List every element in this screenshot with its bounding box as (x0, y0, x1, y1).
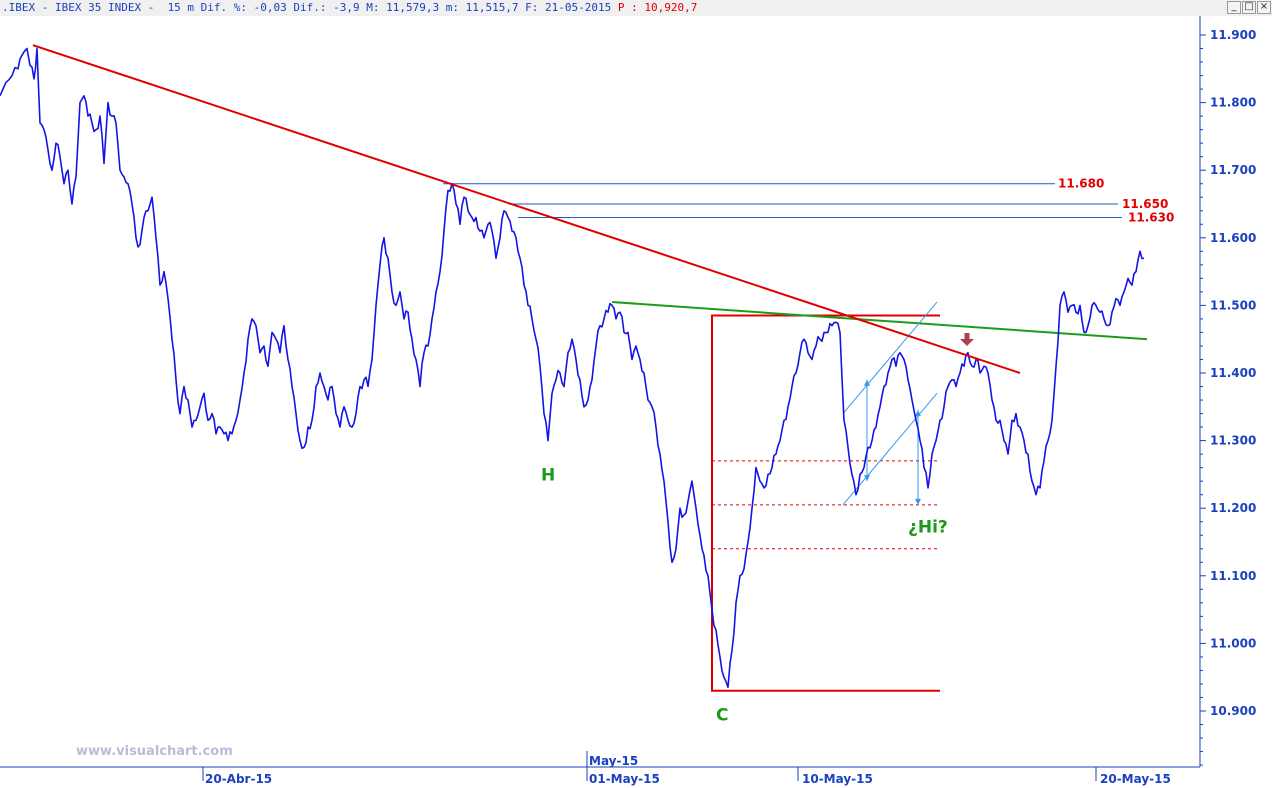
resistance-level-label: 11.630 (1128, 211, 1174, 225)
y-tick-label: 11.500 (1210, 298, 1256, 312)
window-title: .IBEX - IBEX 35 INDEX - 15 m Dif. %: -0,… (2, 1, 697, 14)
down-arrow-marker-shaft (964, 332, 970, 340)
resistance-level-label: 11.680 (1058, 177, 1104, 191)
y-tick-label: 11.000 (1210, 636, 1256, 650)
resistance-level-label: 11.650 (1122, 197, 1168, 211)
x-tick-label: 10-May-15 (802, 772, 873, 786)
y-tick-label: 11.600 (1210, 231, 1256, 245)
x-tick-label: 01-May-15 (589, 772, 660, 786)
wave-label: H (541, 465, 555, 485)
y-tick-label: 11.400 (1210, 366, 1256, 380)
wave-label: C (716, 706, 728, 726)
watermark-text: www.visualchart.com (76, 744, 233, 759)
y-tick-label: 10.900 (1210, 704, 1256, 718)
y-tick-label: 11.700 (1210, 163, 1256, 177)
y-tick-label: 11.100 (1210, 569, 1256, 583)
price-chart[interactable]: 11.680 11.65011.630 H C ¿Hi? 11.900 11.800 11.… (0, 16, 1272, 788)
chart-background (0, 16, 1272, 788)
title-main: .IBEX - IBEX 35 INDEX - 15 m Dif. %: -0,… (2, 1, 612, 14)
y-tick-label: 11.900 (1210, 28, 1256, 42)
window-titlebar: .IBEX - IBEX 35 INDEX - 15 m Dif. %: -0,… (0, 0, 1272, 17)
y-tick-label: 11.800 (1210, 96, 1256, 110)
y-tick-label: 11.300 (1210, 434, 1256, 448)
close-button[interactable]: × (1257, 1, 1271, 14)
title-price: P : 10,920,7 (617, 1, 698, 14)
minimize-button[interactable]: _ (1227, 1, 1241, 14)
y-tick-label: 11.200 (1210, 501, 1256, 515)
x-tick-label: 20-Abr-15 (205, 772, 272, 786)
wave-label: ¿Hi? (908, 517, 948, 537)
restore-button[interactable]: □ (1242, 1, 1256, 14)
x-tick-label: 20-May-15 (1100, 772, 1171, 786)
x-tick-label: May-15 (589, 754, 638, 768)
